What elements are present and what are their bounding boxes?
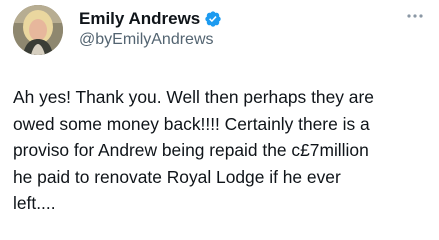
avatar-image: [13, 5, 63, 55]
author-handle[interactable]: @byEmilyAndrews: [79, 31, 214, 49]
tweet-text: Ah yes! Thank you. Well then perhaps the…: [13, 87, 374, 213]
avatar[interactable]: [13, 5, 63, 55]
more-options-button[interactable]: [404, 7, 426, 25]
author-name-row: Emily Andrews: [79, 8, 222, 30]
more-options-icon: [407, 14, 423, 18]
tweet-card: Emily Andrews @byEmilyAndrews Ah yes! Th…: [0, 0, 439, 240]
verified-badge-icon: [204, 10, 222, 28]
author-display-name[interactable]: Emily Andrews: [79, 9, 200, 29]
